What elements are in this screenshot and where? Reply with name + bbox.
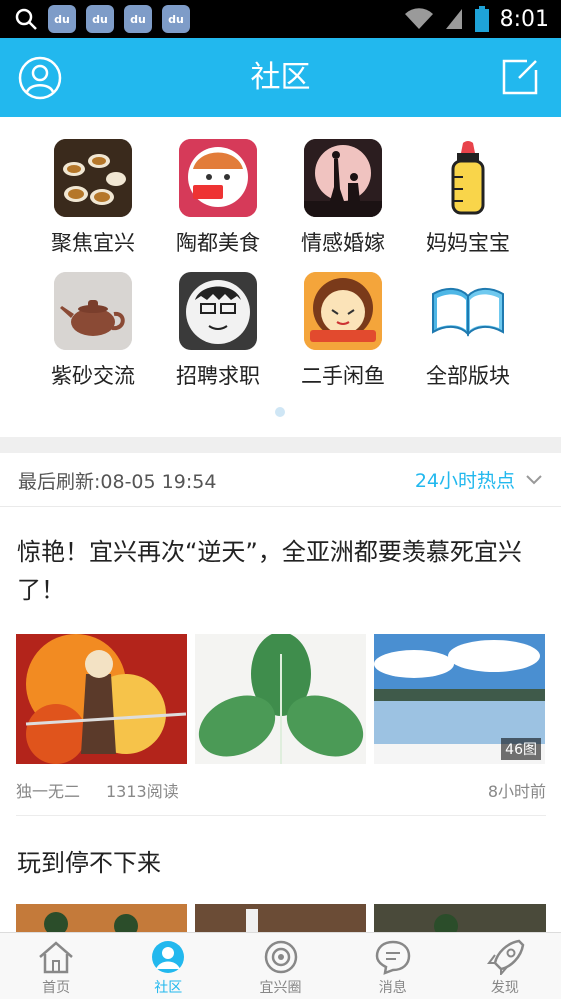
image-count-badge: 46图: [501, 738, 541, 760]
page-indicator: [275, 407, 285, 417]
signal-icon: [445, 9, 462, 29]
job-cartoon-icon: [179, 272, 257, 350]
forum-item-zisha[interactable]: 紫砂交流: [28, 250, 158, 388]
post-divider: [16, 815, 546, 816]
chevron-down-icon: [526, 474, 542, 484]
baby-bottle-icon: [429, 139, 507, 217]
compose-icon[interactable]: [501, 58, 539, 96]
forum-item-focus-yixing[interactable]: 聚焦宜兴: [28, 117, 158, 255]
nav-label: 社区: [154, 980, 183, 996]
forum-item-mom-baby[interactable]: 妈妈宝宝: [403, 117, 533, 255]
open-book-icon: [429, 272, 507, 350]
post-read-count: 1313阅读: [106, 782, 179, 801]
baidu-notification-icon: du: [124, 5, 152, 33]
post-image: 46图: [374, 634, 545, 764]
hot-filter-dropdown[interactable]: 24小时热点: [415, 466, 543, 493]
baidu-notification-icon: du: [86, 5, 114, 33]
baidu-notification-icon: du: [48, 5, 76, 33]
nav-home[interactable]: 首页: [0, 933, 112, 999]
teapot-icon: [54, 272, 132, 350]
baidu-notification-icon: du: [162, 5, 190, 33]
nav-label: 消息: [378, 980, 407, 996]
forum-label: 二手闲鱼: [301, 364, 385, 388]
nav-messages[interactable]: 消息: [337, 933, 449, 999]
forum-label: 全部版块: [426, 364, 510, 388]
forum-grid: 聚焦宜兴 陶都美食 情感婚嫁 妈妈宝宝 紫砂交流 招聘求职 二手闲鱼 全部版块: [0, 117, 561, 437]
circle-icon: [264, 940, 297, 974]
community-icon: [152, 941, 185, 973]
post-time: 8小时前: [487, 782, 546, 801]
post-title[interactable]: 惊艳！宜兴再次“逆天”，全亚洲都要羡慕死宜兴了！: [17, 533, 547, 609]
tea-cups-icon: [54, 139, 132, 217]
secondhand-market-icon: [304, 272, 382, 350]
message-icon: [375, 940, 410, 975]
foodie-cartoon-icon: [179, 139, 257, 217]
forum-item-secondhand[interactable]: 二手闲鱼: [278, 250, 408, 388]
post-author[interactable]: 独一无二: [16, 778, 80, 802]
nav-label: 发现: [490, 980, 519, 996]
forum-item-food[interactable]: 陶都美食: [153, 117, 283, 255]
forum-label: 紫砂交流: [51, 364, 135, 388]
post-title[interactable]: 玩到停不下来: [17, 843, 161, 878]
nav-label: 首页: [42, 980, 71, 996]
nav-discover[interactable]: 发现: [449, 933, 561, 999]
forum-item-all-boards[interactable]: 全部版块: [403, 250, 533, 388]
nav-community[interactable]: 社区: [112, 933, 224, 999]
bottom-nav: 首页 社区 宜兴圈 消息 发现: [0, 932, 561, 999]
page-title: 社区: [250, 60, 311, 95]
post-image: [195, 634, 366, 764]
proposal-silhouette-icon: [304, 139, 382, 217]
last-refresh-text: 最后刷新:08-05 19:54: [18, 471, 217, 493]
nav-yixing-circle[interactable]: 宜兴圈: [224, 933, 336, 999]
wifi-icon: [404, 8, 433, 30]
forum-item-love-marriage[interactable]: 情感婚嫁: [278, 117, 408, 255]
app-header: 社区: [0, 38, 561, 117]
forum-label: 招聘求职: [176, 364, 260, 388]
forum-item-jobs[interactable]: 招聘求职: [153, 250, 283, 388]
nav-label: 宜兴圈: [259, 980, 302, 996]
home-icon: [39, 941, 73, 974]
post-image-strip[interactable]: [16, 904, 546, 934]
post-image: [16, 634, 187, 764]
rocket-icon: [486, 939, 525, 975]
refresh-row: 最后刷新:08-05 19:54 24小时热点: [0, 453, 561, 507]
battery-icon: [474, 6, 489, 32]
hot-filter-label: 24小时热点: [414, 470, 515, 492]
section-divider: [0, 437, 561, 453]
post-image-strip[interactable]: 46图: [16, 634, 546, 764]
status-bar: du du du du 8:01: [0, 0, 561, 38]
status-time: 8:01: [499, 6, 549, 32]
search-icon: [15, 8, 37, 30]
